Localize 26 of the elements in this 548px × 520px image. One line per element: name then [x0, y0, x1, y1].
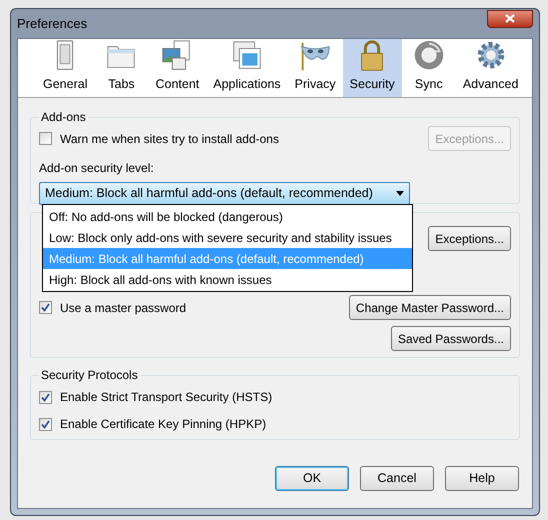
dialog-button[interactable]: Help — [445, 466, 519, 491]
group-title: Security Protocols — [40, 367, 139, 384]
checkbox-label: Enable Certificate Key Pinning (HPKP) — [60, 416, 266, 433]
change-master-password-button[interactable]: Change Master Password... — [348, 295, 511, 320]
checkbox-label: Use a master password — [60, 300, 186, 316]
dropdown-option[interactable]: Off: No add-ons will be blocked (dangerous) — [43, 206, 412, 227]
toolbar-tab[interactable]: Security — [342, 39, 402, 97]
dropdown-option[interactable]: High: Block all add-ons with known issues — [43, 269, 412, 290]
exceptions-button[interactable]: Exceptions... — [428, 226, 511, 251]
security-level-dropdown[interactable]: Medium: Block all harmful add-ons (default, recommended) — [39, 182, 410, 205]
toolbar-tab[interactable]: Tabs — [94, 39, 148, 97]
toolbar-tab[interactable]: Applications — [206, 39, 288, 97]
group-title: Add-ons — [40, 109, 87, 126]
field-label: Add-on security level: — [39, 160, 155, 177]
dropdown-option[interactable]: Low: Block only add-ons with severe security and stability issues — [43, 227, 412, 248]
toolbar-tab[interactable]: Content — [148, 39, 206, 97]
dialog-button[interactable]: Cancel — [360, 466, 434, 491]
dialog-button[interactable]: OK — [275, 466, 349, 491]
toolbar-tab[interactable]: Advanced — [456, 39, 526, 97]
checkbox-label: Warn me when sites try to install add-ons — [60, 130, 279, 148]
toolbar-tab[interactable]: General — [36, 39, 94, 97]
checkbox-label: Enable Strict Transport Security (HSTS) — [60, 389, 272, 406]
saved-passwords-button[interactable]: Saved Passwords... — [390, 326, 511, 351]
toolbar-tab[interactable]: Sync — [402, 39, 456, 97]
window-title: Preferences — [17, 14, 88, 33]
toolbar-tab[interactable]: Privacy — [288, 39, 343, 97]
